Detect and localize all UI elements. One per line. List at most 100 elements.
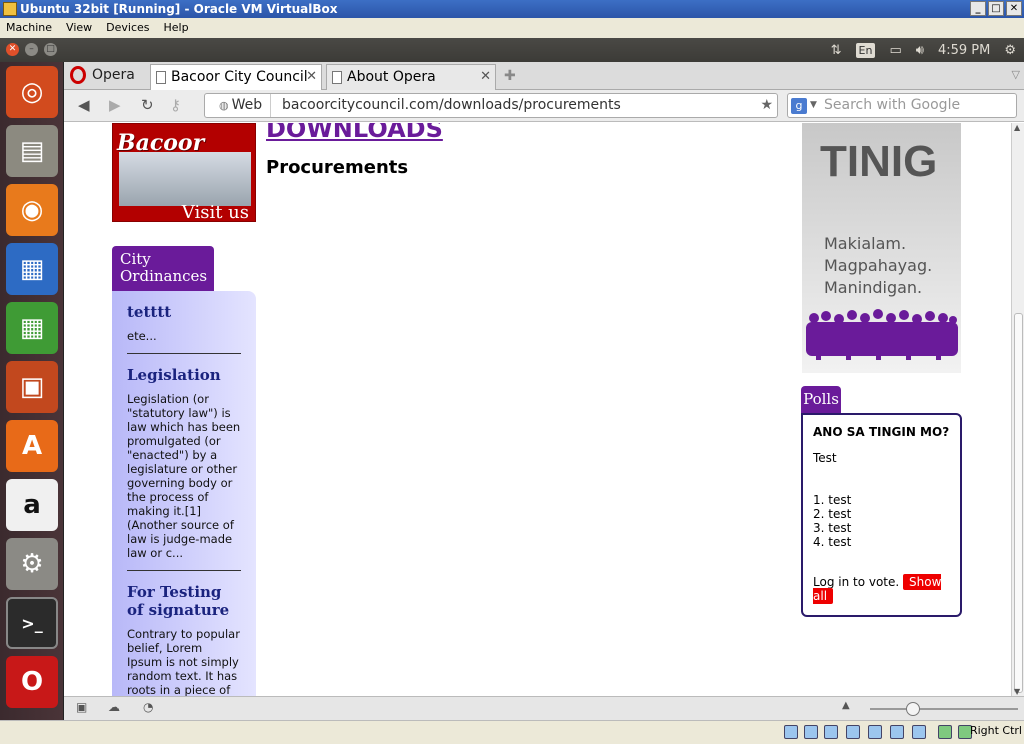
optical-drive-icon[interactable] <box>804 725 818 739</box>
ordinance-title-link[interactable]: Legislation <box>127 366 241 384</box>
vertical-scrollbar[interactable]: ▲ ▼ <box>1011 123 1024 696</box>
calc-icon[interactable]: ▦ <box>6 302 58 354</box>
poll-options: 1. test 2. test 3. test 4. test <box>813 493 950 549</box>
zoom-menu-icon[interactable]: ▲ <box>842 700 850 711</box>
search-box[interactable]: g ▼ Search with Google <box>787 93 1017 118</box>
tab-close-icon[interactable]: ✕ <box>306 65 317 89</box>
zoom-slider-knob[interactable] <box>906 702 920 716</box>
minimize-window-icon[interactable]: – <box>25 43 38 56</box>
files-icon[interactable]: ▤ <box>6 125 58 177</box>
poll-option: 3. test <box>813 521 852 535</box>
logo-brand: Bacoor <box>117 130 205 156</box>
page-icon <box>332 71 342 84</box>
minimize-button[interactable]: _ <box>970 1 986 16</box>
web-badge-label: Web <box>231 97 263 113</box>
search-engine-dropdown-icon[interactable]: ▼ <box>810 94 817 117</box>
scroll-down-icon[interactable]: ▼ <box>1014 687 1020 696</box>
scroll-up-icon[interactable]: ▲ <box>1014 123 1020 132</box>
system-settings-icon[interactable]: ⚙ <box>6 538 58 590</box>
unity-launcher: ◎ ▤ ◉ ▦ ▦ ▣ A a ⚙ >_ O <box>0 62 64 720</box>
session-gear-icon[interactable]: ⚙ <box>1004 43 1016 58</box>
slogan-line: Makialam. <box>824 234 907 253</box>
close-window-icon[interactable]: ✕ <box>6 43 19 56</box>
ordinance-title-link[interactable]: For Testing of signature <box>127 583 241 619</box>
battery-icon[interactable]: ▭ <box>889 43 901 58</box>
city-ordinances-tab: City Ordinances <box>112 246 214 292</box>
new-tab-icon[interactable]: ✚ <box>504 68 516 84</box>
bookmark-star-icon[interactable]: ★ <box>760 94 773 117</box>
restore-window-icon[interactable]: □ <box>44 43 57 56</box>
tinig-banner[interactable]: TINIG Makialam. Magpahayag. Manindigan. <box>802 123 961 373</box>
zoom-slider-track[interactable] <box>870 708 1018 710</box>
menu-devices[interactable]: Devices <box>106 18 149 38</box>
opera-browser-window: Opera Bacoor City Council ✕ About Opera … <box>64 62 1024 720</box>
menu-view[interactable]: View <box>66 18 92 38</box>
tinig-wordmark: TINIG <box>820 137 938 186</box>
google-search-icon[interactable]: g <box>791 98 807 114</box>
poll-footer: Log in to vote. Show all <box>813 574 950 604</box>
key-icon[interactable]: ⚷ <box>170 96 181 114</box>
writer-icon[interactable]: ▦ <box>6 243 58 295</box>
opera-launcher-icon[interactable]: O <box>6 656 58 708</box>
address-bar[interactable]: ◍ Web bacoorcitycouncil.com/downloads/pro… <box>204 93 778 118</box>
panel-toggle-icon[interactable]: ▣ <box>76 700 87 714</box>
shared-folders-icon[interactable] <box>846 725 860 739</box>
tab-label: About Opera <box>347 69 436 85</box>
vbox-menubar: Machine View Devices Help <box>0 18 1024 38</box>
video-capture-icon[interactable] <box>890 725 904 739</box>
mouse-integration-icon[interactable] <box>938 725 952 739</box>
navigation-bar: ◀ ▶ ↻ ⚷ ◍ Web bacoorcitycouncil.com/downl… <box>64 90 1024 122</box>
page-subheading: Procurements <box>266 157 409 178</box>
polls-tab: Polls <box>801 386 841 414</box>
firefox-icon[interactable]: ◉ <box>6 184 58 236</box>
login-to-vote-link[interactable]: Log in to vote. <box>813 575 899 589</box>
forward-icon[interactable]: ▶ <box>109 96 121 114</box>
terminal-icon[interactable]: >_ <box>6 597 58 649</box>
tab-close-icon[interactable]: ✕ <box>480 65 491 89</box>
volume-icon[interactable]: 🔊︎ <box>916 43 924 58</box>
url-text[interactable]: bacoorcitycouncil.com/downloads/procurem… <box>282 94 621 117</box>
scrollbar-thumb[interactable] <box>1014 313 1023 693</box>
web-badge[interactable]: ◍ Web <box>209 94 272 117</box>
tab-bar: Opera Bacoor City Council ✕ About Opera … <box>64 62 1024 90</box>
poll-option: 1. test <box>813 493 852 507</box>
tab-bacoor-city-council[interactable]: Bacoor City Council ✕ <box>150 64 322 90</box>
impress-icon[interactable]: ▣ <box>6 361 58 413</box>
polls-panel: ANO SA TINGIN MO? Test 1. test 2. test 3… <box>801 413 962 617</box>
amazon-icon[interactable]: a <box>6 479 58 531</box>
browser-status-bar: ▣ ☁ ◔ ▲ <box>64 696 1024 720</box>
city-ordinances-panel: tetttt ete... Legislation Legislation (o… <box>112 291 256 696</box>
menu-machine[interactable]: Machine <box>6 18 52 38</box>
poll-option: 2. test <box>813 507 852 521</box>
display-icon[interactable] <box>868 725 882 739</box>
poll-question: ANO SA TINGIN MO? <box>813 425 950 439</box>
close-button[interactable]: ✕ <box>1006 1 1022 16</box>
bacoor-logo-banner[interactable]: Bacoor Visit us <box>112 123 256 222</box>
usb-icon[interactable] <box>824 725 838 739</box>
poll-description: Test <box>813 451 837 465</box>
ordinance-title-link[interactable]: tetttt <box>127 303 241 321</box>
keyboard-language-indicator[interactable]: En <box>855 42 876 58</box>
software-center-icon[interactable]: A <box>6 420 58 472</box>
back-icon[interactable]: ◀ <box>78 96 90 114</box>
ordinance-excerpt: Legislation (or "statutory law") is law … <box>127 392 241 560</box>
ubuntu-top-panel: ✕ – □ ⇅ En ▭ 🔊︎ 4:59 PM ⚙ <box>0 38 1024 62</box>
city-hall-image <box>119 152 251 206</box>
network-adapter-icon[interactable] <box>912 725 926 739</box>
slogan-line: Magpahayag. <box>824 256 933 275</box>
vbox-titlebar: Ubuntu 32bit [Running] - Oracle VM Virtu… <box>0 0 1024 18</box>
tab-label: Bacoor City Council <box>171 69 308 85</box>
network-icon[interactable]: ⇅ <box>831 43 842 58</box>
opera-menu-button[interactable]: Opera <box>66 64 144 86</box>
turbo-speedometer-icon[interactable]: ◔ <box>143 700 153 714</box>
tab-menu-chevron-icon[interactable]: ▽ <box>1012 68 1020 81</box>
menu-help[interactable]: Help <box>164 18 189 38</box>
tab-about-opera[interactable]: About Opera ✕ <box>326 64 496 90</box>
page-heading-link[interactable]: DOWNLOADS <box>266 123 443 143</box>
ubuntu-dash-icon[interactable]: ◎ <box>6 66 58 118</box>
hdd-icon[interactable] <box>784 725 798 739</box>
maximize-button[interactable]: □ <box>988 1 1004 16</box>
reload-icon[interactable]: ↻ <box>141 96 154 114</box>
opera-unite-cloud-icon[interactable]: ☁ <box>108 700 120 714</box>
clock[interactable]: 4:59 PM <box>938 43 990 58</box>
